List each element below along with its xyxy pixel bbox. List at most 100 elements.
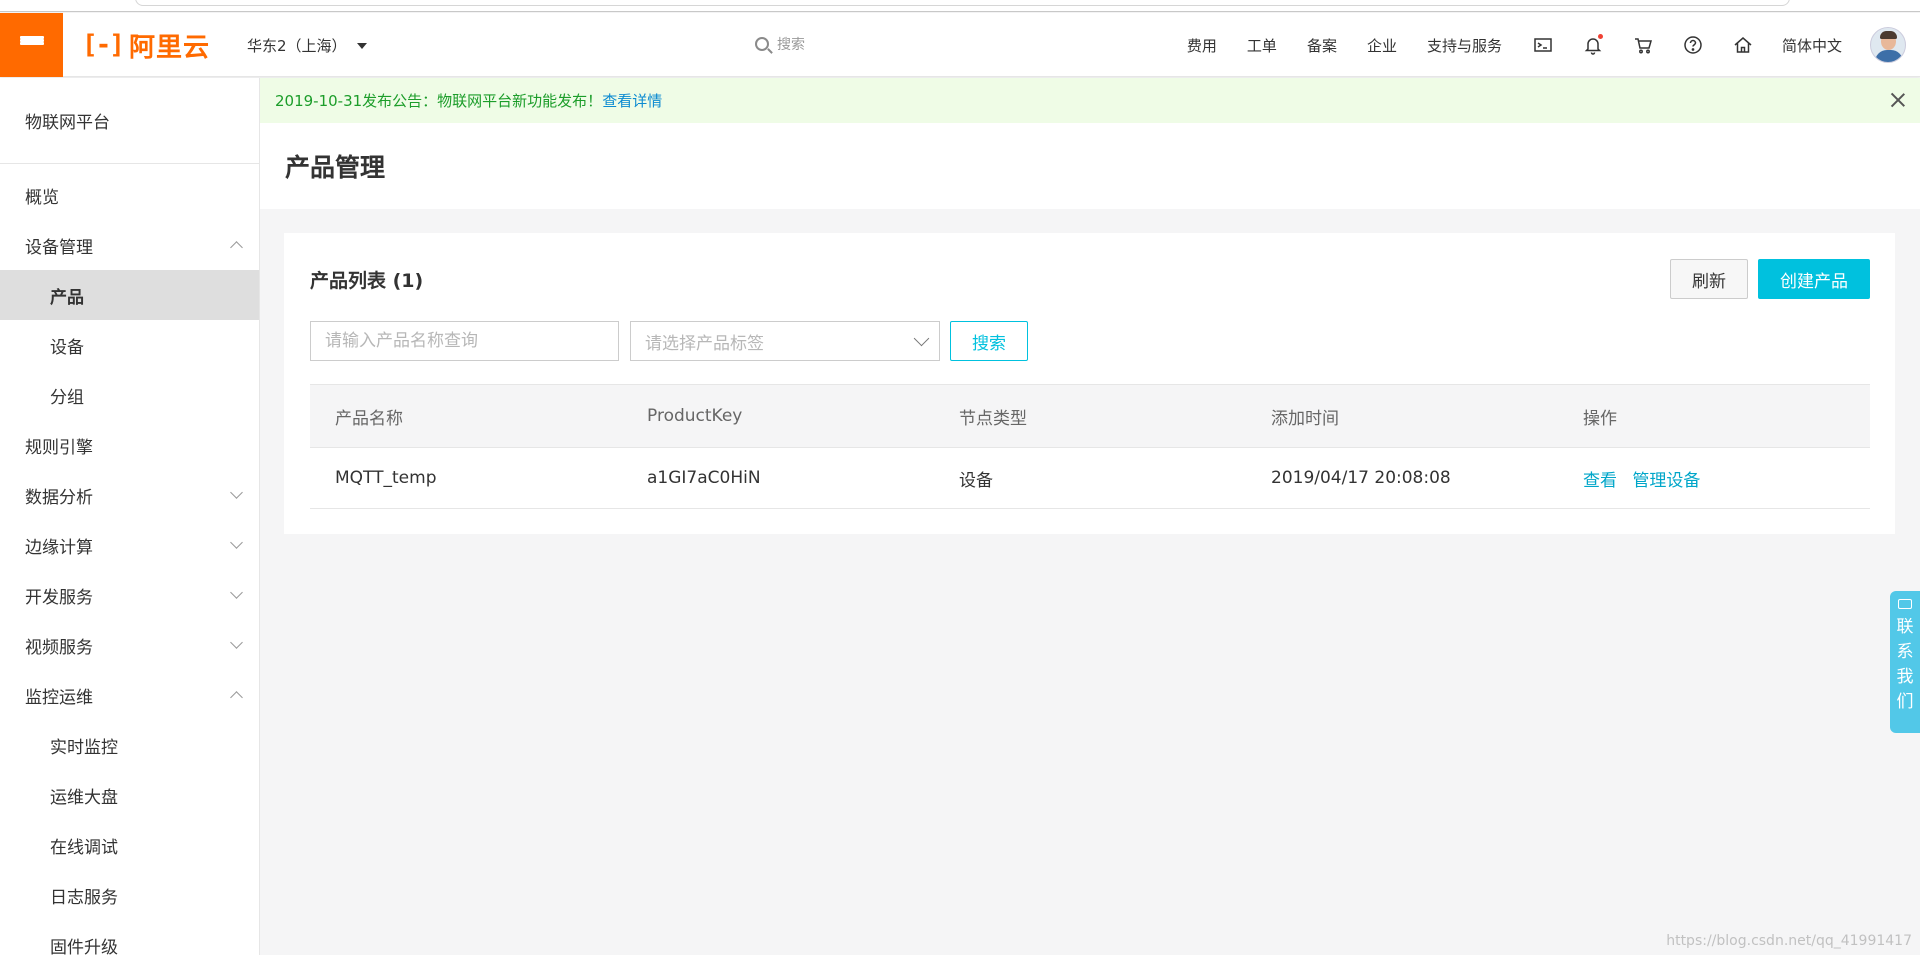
user-avatar[interactable] — [1870, 27, 1906, 63]
cart-icon[interactable] — [1632, 34, 1654, 56]
sidebar-item[interactable]: 分组 — [0, 370, 259, 420]
sidebar-item[interactable]: 实时监控 — [0, 720, 259, 770]
nav-support[interactable]: 支持与服务 — [1427, 35, 1502, 56]
sidebar-item-label: 边缘计算 — [25, 537, 93, 558]
sidebar-item[interactable]: 产品 — [0, 270, 259, 320]
product-tag-select[interactable]: 请选择产品标签 — [630, 321, 940, 361]
sidebar-menu: 概览设备管理产品设备分组规则引擎数据分析边缘计算开发服务视频服务监控运维实时监控… — [0, 164, 259, 955]
hamburger-icon — [19, 36, 44, 54]
phone-icon — [1898, 599, 1912, 609]
language-selector[interactable]: 简体中文 — [1782, 35, 1842, 56]
chevron-up-icon — [230, 241, 243, 254]
search-icon — [755, 37, 769, 51]
nav-icp[interactable]: 备案 — [1307, 35, 1337, 56]
watermark: https://blog.csdn.net/qq_41991417 — [1666, 933, 1912, 949]
cell-created-time: 2019/04/17 20:08:08 — [1271, 468, 1451, 488]
announcement-link[interactable]: 查看详情 — [602, 90, 662, 111]
sidebar-item-label: 固件升级 — [50, 937, 118, 955]
menu-button[interactable] — [0, 13, 63, 77]
nav-enterprise[interactable]: 企业 — [1367, 35, 1397, 56]
sidebar-item-label: 概览 — [25, 187, 59, 208]
sidebar-item-label: 分组 — [50, 387, 84, 408]
sidebar-item[interactable]: 规则引擎 — [0, 420, 259, 470]
sidebar-item[interactable]: 开发服务 — [0, 570, 259, 620]
sidebar-item-label: 在线调试 — [50, 837, 118, 858]
sidebar-title: 物联网平台 — [0, 78, 259, 164]
announcement-text: 2019-10-31发布公告：物联网平台新功能发布！ — [275, 92, 603, 110]
contact-char: 系 — [1896, 642, 1914, 662]
region-label: 华东2（上海） — [247, 37, 347, 55]
search-button[interactable]: 搜索 — [950, 321, 1028, 361]
chevron-down-icon — [230, 486, 243, 499]
sidebar-item[interactable]: 设备 — [0, 320, 259, 370]
nav-billing[interactable]: 费用 — [1187, 35, 1217, 56]
col-created-time: 添加时间 — [1271, 408, 1339, 429]
sidebar-item[interactable]: 边缘计算 — [0, 520, 259, 570]
cell-product-name: MQTT_temp — [335, 468, 437, 488]
chevron-up-icon — [230, 691, 243, 704]
create-product-button[interactable]: 创建产品 — [1758, 259, 1870, 299]
logo-mark: [-] — [82, 30, 125, 60]
terminal-icon[interactable] — [1532, 34, 1554, 56]
view-link[interactable]: 查看 — [1583, 471, 1617, 491]
sidebar-item[interactable]: 监控运维 — [0, 670, 259, 720]
sidebar-item-label: 产品 — [50, 287, 84, 308]
region-selector[interactable]: 华东2（上海） — [247, 35, 367, 56]
product-list-title: 产品列表 (1) — [310, 270, 424, 292]
sidebar-item[interactable]: 概览 — [0, 170, 259, 220]
sidebar-item[interactable]: 日志服务 — [0, 870, 259, 920]
sidebar-item[interactable]: 视频服务 — [0, 620, 259, 670]
page-header: 产品管理 — [260, 123, 1920, 209]
cell-node-type: 设备 — [959, 470, 993, 491]
close-icon[interactable] — [1888, 90, 1908, 110]
refresh-button[interactable]: 刷新 — [1670, 259, 1748, 299]
col-actions: 操作 — [1583, 408, 1617, 429]
sidebar-item[interactable]: 在线调试 — [0, 820, 259, 870]
col-product-name: 产品名称 — [335, 408, 403, 429]
sidebar-item[interactable]: 运维大盘 — [0, 770, 259, 820]
sidebar-item[interactable]: 设备管理 — [0, 220, 259, 270]
contact-char: 我 — [1896, 667, 1914, 687]
chevron-down-icon — [230, 636, 243, 649]
top-search-placeholder: 搜索 — [777, 37, 805, 53]
notification-dot — [1597, 34, 1603, 39]
product-list-card: 产品列表 (1) 刷新 创建产品 请选择产品标签 搜索 产品名称 Product… — [284, 233, 1895, 534]
page-title: 产品管理 — [285, 153, 386, 182]
sidebar-item-label: 运维大盘 — [50, 787, 118, 808]
nav-ticket[interactable]: 工单 — [1247, 35, 1277, 56]
table-header: 产品名称 ProductKey 节点类型 添加时间 操作 — [310, 384, 1870, 448]
product-table: 产品名称 ProductKey 节点类型 添加时间 操作 MQTT_temp a… — [310, 384, 1870, 509]
sidebar-item-label: 数据分析 — [25, 487, 93, 508]
cell-actions: 查看 管理设备 — [1558, 466, 1870, 491]
sidebar-item-label: 监控运维 — [25, 687, 93, 708]
bell-icon[interactable] — [1582, 34, 1604, 56]
sidebar-item-label: 设备管理 — [25, 237, 93, 258]
sidebar-item-label: 实时监控 — [50, 737, 118, 758]
chevron-down-icon — [230, 536, 243, 549]
manage-devices-link[interactable]: 管理设备 — [1632, 471, 1700, 491]
sidebar-item-label: 设备 — [50, 337, 84, 358]
logo-text: 阿里云 — [128, 32, 210, 63]
sidebar: 物联网平台 概览设备管理产品设备分组规则引擎数据分析边缘计算开发服务视频服务监控… — [0, 78, 260, 955]
announcement-bar: 2019-10-31发布公告：物联网平台新功能发布！ 查看详情 — [260, 78, 1920, 123]
top-search[interactable]: 搜索 — [755, 34, 805, 54]
address-bar-edge — [135, 0, 1790, 6]
table-row: MQTT_temp a1GI7aC0HiN 设备 2019/04/17 20:0… — [310, 448, 1870, 509]
cell-product-key: a1GI7aC0HiN — [647, 468, 761, 488]
col-product-key: ProductKey — [647, 406, 743, 426]
chevron-down-icon — [913, 330, 930, 347]
aliyun-logo[interactable]: [-] 阿里云 — [82, 30, 210, 63]
contact-us-button[interactable]: 联 系 我 们 — [1890, 591, 1920, 733]
tag-select-placeholder: 请选择产品标签 — [645, 333, 764, 354]
home-icon[interactable] — [1732, 34, 1754, 56]
col-node-type: 节点类型 — [959, 408, 1027, 429]
chevron-down-icon — [230, 586, 243, 599]
help-icon[interactable] — [1682, 34, 1704, 56]
product-name-input[interactable] — [310, 321, 619, 361]
top-nav: 费用 工单 备案 企业 支持与服务 简体中文 — [1187, 13, 1920, 77]
sidebar-item-label: 开发服务 — [25, 587, 93, 608]
sidebar-item-label: 规则引擎 — [25, 437, 93, 458]
sidebar-item[interactable]: 固件升级 — [0, 920, 259, 955]
filter-bar: 请选择产品标签 搜索 — [310, 321, 1028, 361]
sidebar-item[interactable]: 数据分析 — [0, 470, 259, 520]
